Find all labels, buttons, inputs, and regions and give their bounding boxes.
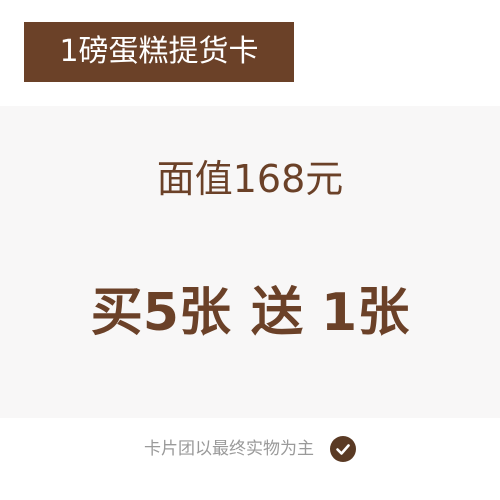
footer: 卡片团以最终实物为主 [0,432,500,466]
check-circle-icon [330,436,356,462]
face-value-label: 面值168元 [156,157,344,201]
title-banner: 1磅蛋糕提货卡 [24,22,294,82]
main-panel: 面值168元 买5张送 1张 [0,106,500,418]
promo-buy-label: 买5张 [90,283,231,343]
promo-gift-label: 送 1张 [250,283,410,343]
footer-note: 卡片团以最终实物为主 [144,439,314,459]
promo-text: 买5张送 1张 [0,280,500,346]
page: 1磅蛋糕提货卡 面值168元 买5张送 1张 卡片团以最终实物为主 [0,0,500,500]
